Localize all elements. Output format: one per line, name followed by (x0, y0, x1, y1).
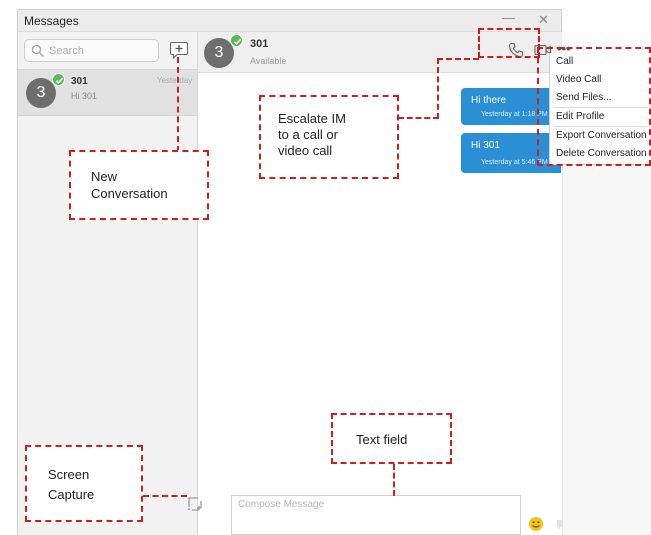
escalate-callout: Escalate IM to a call or video call (259, 95, 399, 179)
new-conversation-callout: New Conversation (69, 150, 209, 220)
minimize-button[interactable]: — (502, 10, 515, 25)
contact-status: Available (250, 56, 287, 66)
escalate-line-3: video call (278, 143, 333, 158)
compose-message-field[interactable]: Compose Message (231, 495, 521, 535)
screen-capture-icon[interactable] (188, 497, 202, 511)
connector-line (177, 57, 179, 152)
text-field-label: Text field (356, 432, 408, 447)
screen-capture-line-1: Screen (48, 467, 90, 482)
presence-check-icon (52, 73, 65, 86)
conversation-name: 301 (71, 76, 88, 87)
background-strip (562, 165, 651, 535)
close-button[interactable]: ✕ (538, 12, 549, 28)
conversation-time: Yesterday (157, 76, 193, 85)
conversation-item[interactable]: 3 301 Hi 301 Yesterday (18, 69, 197, 116)
conversation-preview: Hi 301 (71, 91, 98, 101)
message-text: Hi there (471, 95, 507, 106)
new-conversation-icon[interactable] (169, 40, 189, 60)
connector-line (437, 58, 439, 119)
connector-line (437, 58, 479, 60)
new-conversation-line-2: Conversation (91, 186, 168, 201)
screen-capture-callout: Screen Capture (25, 445, 143, 522)
emoji-icon[interactable] (528, 516, 544, 532)
escalate-line-2: to a call or (278, 127, 338, 142)
message-text: Hi 301 (471, 140, 500, 151)
search-icon (31, 44, 44, 57)
search-placeholder: Search (49, 45, 84, 57)
new-conversation-line-1: New (91, 169, 118, 184)
connector-line (398, 117, 439, 119)
connector-line (393, 464, 395, 496)
presence-check-icon (230, 34, 243, 47)
window-title: Messages (24, 14, 79, 28)
escalate-line-1: Escalate IM (278, 111, 346, 126)
menu-highlight (537, 47, 651, 166)
screen-capture-line-2: Capture (48, 487, 95, 502)
contact-name: 301 (250, 38, 269, 50)
connector-line (143, 495, 187, 497)
call-video-highlight (478, 28, 540, 58)
avatar: 3 (26, 78, 56, 108)
search-input[interactable]: Search (24, 39, 159, 62)
text-field-callout: Text field (331, 413, 452, 464)
compose-placeholder: Compose Message (238, 499, 325, 510)
